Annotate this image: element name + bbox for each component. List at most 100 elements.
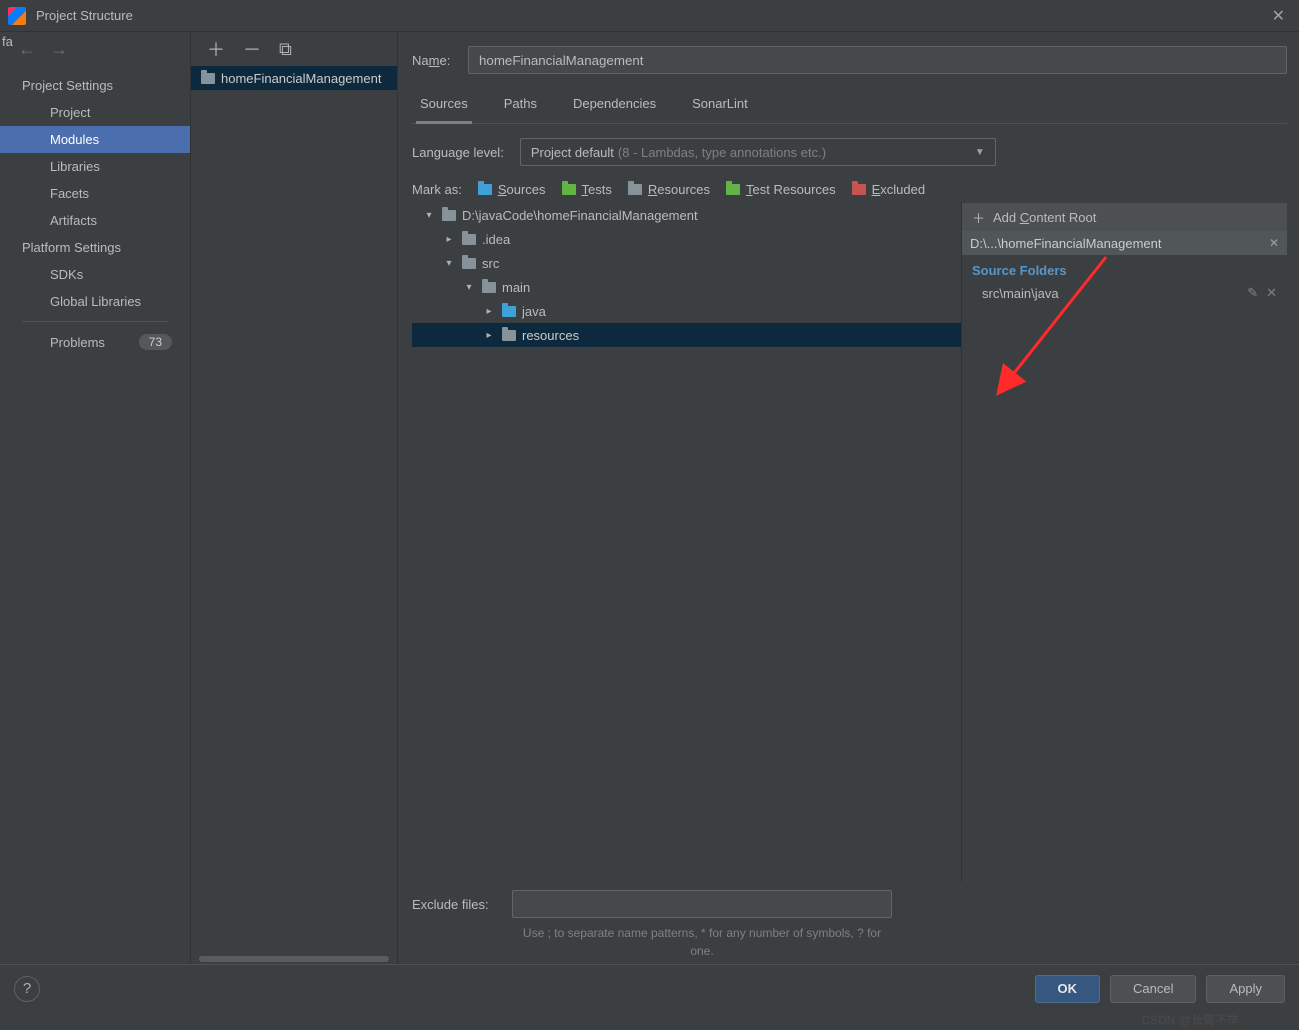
nav-forward-icon[interactable]: → [50,39,68,60]
help-button[interactable]: ? [14,976,40,1002]
nav-item-libraries[interactable]: Libraries [0,153,190,180]
truncated-left-label: fa [0,34,15,49]
settings-sidebar: ← → Project Settings ProjectModulesLibra… [0,32,191,964]
apply-button[interactable]: Apply [1206,975,1285,1003]
mark-excluded[interactable]: Excluded [852,182,925,197]
tree-node[interactable]: ▸ .idea [412,227,961,251]
tree-node[interactable]: ▾ main [412,275,961,299]
chevron-right-icon[interactable]: ▸ [442,234,456,245]
nav-item-global-libraries[interactable]: Global Libraries [0,288,190,315]
chevron-down-icon[interactable]: ▾ [422,210,436,221]
nav-item-modules[interactable]: Modules [0,126,190,153]
mark-sources[interactable]: Sources [478,182,546,197]
nav-divider [22,321,168,322]
tree-label: D:\javaCode\homeFinancialManagement [462,208,698,223]
copy-module-icon[interactable]: ⧉ [279,39,292,60]
mark-as-label: Mark as: [412,182,462,197]
source-tree: ▾ D:\javaCode\homeFinancialManagement ▸ .id… [412,203,961,882]
source-folders-heading: Source Folders [962,255,1287,282]
exclude-files-input[interactable] [512,890,892,918]
mark-test-resources[interactable]: Test Resources [726,182,836,197]
tab-dependencies[interactable]: Dependencies [569,92,660,123]
folder-icon [442,210,456,221]
language-level-label: Language level: [412,145,504,160]
tree-node[interactable]: ▾ src [412,251,961,275]
ok-button[interactable]: OK [1035,975,1101,1003]
exclude-hint: Use ; to separate name patterns, * for a… [512,924,892,960]
app-icon [8,7,26,25]
tree-node[interactable]: ▸ java [412,299,961,323]
tree-node[interactable]: ▾ D:\javaCode\homeFinancialManagement [412,203,961,227]
problems-label: Problems [50,335,105,350]
folder-icon [482,282,496,293]
folder-icon [852,184,866,195]
source-folder-path: src\main\java [982,286,1059,301]
module-list-panel: ＋ － ⧉ homeFinancialManagement [191,32,398,964]
tab-sonarlint[interactable]: SonarLint [688,92,752,123]
cancel-button[interactable]: Cancel [1110,975,1196,1003]
folder-icon [562,184,576,195]
tree-label: main [502,280,530,295]
tree-label: java [522,304,546,319]
nav-item-project[interactable]: Project [0,99,190,126]
name-label: Name: [412,53,468,68]
module-item[interactable]: homeFinancialManagement [191,66,397,90]
chevron-down-icon[interactable]: ▾ [442,258,456,269]
mark-resources[interactable]: Resources [628,182,710,197]
content-roots-panel: ＋ Add Content Root D:\...\homeFinancialM… [961,203,1287,882]
module-content: Name: SourcesPathsDependenciesSonarLint … [398,32,1299,964]
folder-icon [502,330,516,341]
nav-item-facets[interactable]: Facets [0,180,190,207]
chevron-down-icon[interactable]: ▾ [462,282,476,293]
remove-root-icon[interactable]: ✕ [1269,236,1279,250]
tab-sources[interactable]: Sources [416,92,472,124]
nav-item-sdks[interactable]: SDKs [0,261,190,288]
content-tabs: Sources Paths Dependencies SonarLint [412,92,1287,124]
chevron-down-icon: ▼ [975,147,985,158]
edit-icon[interactable]: ✎ [1247,285,1258,301]
tab-paths[interactable]: Paths [500,92,541,123]
platform-settings-heading: Platform Settings [0,234,190,261]
chevron-right-icon[interactable]: ▸ [482,306,496,317]
nav-back-icon[interactable]: ← [18,39,36,60]
module-name: homeFinancialManagement [221,71,381,86]
module-toolbar: ＋ － ⧉ [191,32,397,66]
module-folder-icon [201,73,215,84]
folder-icon [628,184,642,195]
problems-row[interactable]: Problems 73 [0,328,190,356]
problems-count-badge: 73 [139,334,172,350]
window-title: Project Structure [36,8,133,23]
main-area: ← → Project Settings ProjectModulesLibra… [0,32,1299,964]
tree-label: .idea [482,232,510,247]
folder-icon [478,184,492,195]
add-module-icon[interactable]: ＋ [207,36,225,62]
language-level-hint: (8 - Lambdas, type annotations etc.) [618,145,826,160]
tree-label: resources [522,328,579,343]
remove-module-icon[interactable]: － [243,36,261,62]
sources-area: ▾ D:\javaCode\homeFinancialManagement ▸ .id… [412,203,1287,882]
remove-icon[interactable]: ✕ [1266,285,1277,301]
add-content-root-button[interactable]: ＋ Add Content Root [962,203,1287,231]
exclude-files-label: Exclude files: [412,897,500,912]
watermark: CSDN @长筒不举 [1141,1011,1239,1028]
project-settings-heading: Project Settings [0,72,190,99]
mark-tests[interactable]: Tests [562,182,612,197]
nav-item-artifacts[interactable]: Artifacts [0,207,190,234]
language-level-dropdown[interactable]: Project default (8 - Lambdas, type annot… [520,138,996,166]
module-name-input[interactable] [468,46,1287,74]
chevron-right-icon[interactable]: ▸ [482,330,496,341]
language-level-value: Project default [531,145,614,160]
titlebar: Project Structure ✕ [0,0,1299,32]
close-icon[interactable]: ✕ [1266,4,1291,28]
plus-icon: ＋ [972,208,985,227]
module-scrollbar[interactable] [191,954,397,964]
content-root-path[interactable]: D:\...\homeFinancialManagement ✕ [962,231,1287,255]
folder-icon [462,234,476,245]
root-path-text: D:\...\homeFinancialManagement [970,236,1161,251]
tree-node[interactable]: ▸ resources [412,323,961,347]
source-folder-item[interactable]: src\main\java ✎ ✕ [962,282,1287,304]
tree-label: src [482,256,499,271]
nav-history-arrows: ← → [0,32,190,66]
folder-icon [726,184,740,195]
folder-icon [462,258,476,269]
